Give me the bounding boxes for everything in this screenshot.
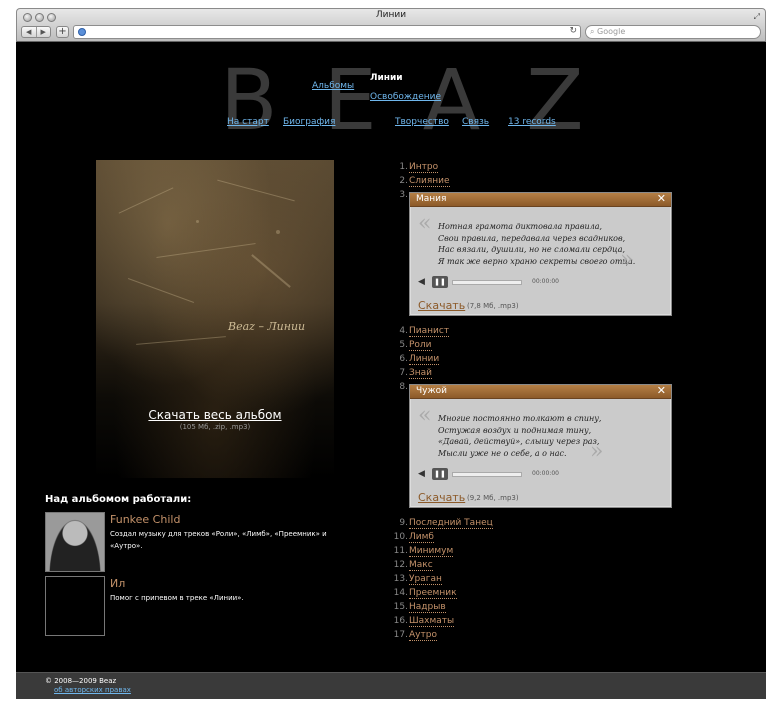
- lyrics-text: Многие постоянно толкают в спину, Остужа…: [438, 414, 602, 458]
- audio-controls: ◀ ❚❚: [418, 468, 532, 480]
- cover-signature: Beaz – Линии: [228, 320, 306, 333]
- track-item[interactable]: 11.Минимум: [390, 545, 454, 558]
- nav-release[interactable]: Освобождение: [370, 92, 441, 102]
- nav-biography[interactable]: Биография: [283, 117, 335, 127]
- search-placeholder: Google: [597, 27, 626, 36]
- contributor-name: Funkee Child: [110, 513, 181, 526]
- download-album-note: (105 Мб, .zip, .mp3): [179, 423, 251, 431]
- track-player: Мания ✕ « Нотная грамота диктовала прави…: [409, 192, 672, 316]
- download-track-note: (9,2 Мб, .mp3): [467, 494, 519, 502]
- track-link[interactable]: Лимб: [409, 532, 434, 543]
- pause-button[interactable]: ❚❚: [432, 276, 448, 288]
- copyright: © 2008—2009 Beaz: [45, 677, 117, 685]
- track-item[interactable]: 17.Аутро: [390, 629, 437, 642]
- window-title: Линии: [375, 10, 407, 20]
- forward-button[interactable]: ▶: [37, 27, 51, 37]
- player-title: Мания: [416, 194, 447, 204]
- nav-home[interactable]: На старт: [227, 117, 269, 127]
- quote-close-icon: »: [620, 247, 634, 272]
- track-item: 3.: [399, 190, 408, 200]
- close-icon[interactable]: ✕: [657, 192, 666, 205]
- download-track-note: (7,8 Мб, .mp3): [467, 302, 519, 310]
- download-album-link[interactable]: Скачать весь альбом: [96, 408, 334, 422]
- track-item[interactable]: 7.Знай: [390, 367, 433, 380]
- track-item[interactable]: 12.Макс: [390, 559, 433, 572]
- reload-icon[interactable]: ↻: [569, 26, 577, 36]
- history-buttons: ◀ ▶: [21, 26, 51, 38]
- credits-title: Над альбомом работали:: [45, 494, 192, 505]
- volume-icon[interactable]: ◀: [418, 469, 428, 479]
- track-item[interactable]: 5.Роли: [390, 339, 432, 352]
- search-icon: ⌕: [590, 27, 595, 36]
- track-item[interactable]: 13.Ураган: [390, 573, 442, 586]
- quote-close-icon: »: [590, 439, 604, 464]
- track-link[interactable]: Последний Танец: [409, 518, 493, 529]
- track-item[interactable]: 2.Слияние: [390, 175, 450, 188]
- address-bar[interactable]: ↻: [73, 25, 581, 39]
- track-link[interactable]: Роли: [409, 340, 432, 351]
- nav-contact[interactable]: Связь: [462, 117, 489, 127]
- track-link[interactable]: Знай: [409, 368, 433, 379]
- track-item[interactable]: 15.Надрыв: [390, 601, 446, 614]
- player-titlebar: Мания ✕: [410, 192, 671, 207]
- track-link[interactable]: Преемник: [409, 588, 457, 599]
- contributor-photo: [45, 512, 105, 572]
- track-link[interactable]: Макс: [409, 560, 433, 571]
- browser-toolbar: Линии ⤢ ◀ ▶ + ↻ ⌕ Google: [16, 8, 766, 42]
- contributor-desc: Создал музыку для треков «Роли», «Лимб»,…: [110, 530, 327, 550]
- add-bookmark-button[interactable]: +: [56, 26, 69, 38]
- track-item[interactable]: 6.Линии: [390, 353, 440, 366]
- lyrics-text: Нотная грамота диктовала правила, Свои п…: [438, 222, 636, 266]
- track-link[interactable]: Интро: [409, 162, 439, 173]
- progress-bar[interactable]: [452, 471, 522, 477]
- track-item[interactable]: 4.Пианист: [390, 325, 450, 338]
- search-input[interactable]: ⌕ Google: [585, 25, 761, 39]
- track-link[interactable]: Слияние: [409, 176, 450, 187]
- volume-icon[interactable]: ◀: [418, 277, 428, 287]
- album-cover: Beaz – Линии Скачать весь альбом (105 Мб…: [96, 160, 334, 478]
- track-item[interactable]: 9.Последний Танец: [390, 517, 493, 530]
- track-link[interactable]: Надрыв: [409, 602, 446, 613]
- globe-icon: [78, 28, 86, 36]
- contributor-photo: [45, 576, 105, 636]
- player-time: 00:00:00: [532, 470, 559, 477]
- nav-albums[interactable]: Альбомы: [312, 81, 354, 91]
- track-link[interactable]: Шахматы: [409, 616, 455, 627]
- track-player: Чужой ✕ « Многие постоянно толкают в спи…: [409, 384, 672, 508]
- player-time: 00:00:00: [532, 278, 559, 285]
- fullscreen-icon[interactable]: ⤢: [754, 12, 760, 22]
- album-title: Линии: [370, 73, 403, 83]
- back-button[interactable]: ◀: [22, 27, 37, 37]
- track-item[interactable]: 14.Преемник: [390, 587, 457, 600]
- download-track-link[interactable]: Скачать: [418, 299, 465, 312]
- progress-bar[interactable]: [452, 279, 522, 285]
- track-link[interactable]: Линии: [409, 354, 440, 365]
- close-icon[interactable]: ✕: [657, 384, 666, 397]
- quote-open-icon: «: [418, 403, 432, 428]
- download-track-link[interactable]: Скачать: [418, 491, 465, 504]
- page-content: BEAZ Альбомы Линии Освобождение На старт…: [16, 42, 766, 672]
- copyright-link[interactable]: об авторских правах: [54, 686, 131, 694]
- track-link[interactable]: Пианист: [409, 326, 450, 337]
- track-link[interactable]: Минимум: [409, 546, 454, 557]
- player-title: Чужой: [416, 386, 447, 396]
- nav-creativity[interactable]: Творчество: [395, 117, 449, 127]
- track-item[interactable]: 1.Интро: [390, 161, 439, 174]
- track-link[interactable]: Аутро: [409, 630, 437, 641]
- track-item: 8.: [399, 382, 408, 392]
- quote-open-icon: «: [418, 211, 432, 236]
- contributor-name: Ил: [110, 577, 126, 590]
- pause-button[interactable]: ❚❚: [432, 468, 448, 480]
- contributor-desc: Помог с припевом в треке «Линии».: [110, 594, 244, 602]
- player-titlebar: Чужой ✕: [410, 384, 671, 399]
- nav-label[interactable]: 13 records: [508, 117, 556, 127]
- track-item[interactable]: 16.Шахматы: [390, 615, 455, 628]
- track-link[interactable]: Ураган: [409, 574, 442, 585]
- track-item[interactable]: 10.Лимб: [390, 531, 434, 544]
- site-footer: © 2008—2009 Beaz об авторских правах: [16, 672, 766, 699]
- audio-controls: ◀ ❚❚: [418, 276, 532, 288]
